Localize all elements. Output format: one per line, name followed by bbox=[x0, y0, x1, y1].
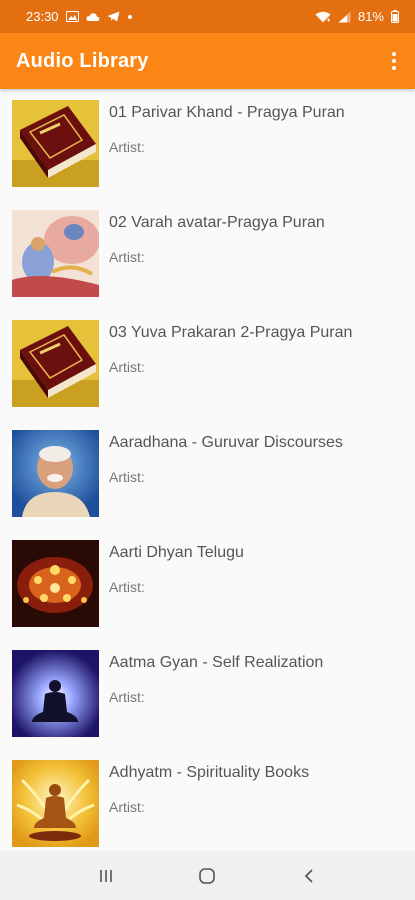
guru-portrait-image bbox=[12, 430, 99, 517]
item-artist: Artist: bbox=[109, 469, 145, 485]
item-artist: Artist: bbox=[109, 139, 145, 155]
app-title: Audio Library bbox=[16, 49, 149, 72]
diya-lamps-image bbox=[12, 540, 99, 627]
status-bar: 23:30 81% bbox=[0, 0, 415, 33]
audio-list: 01 Parivar Khand - Pragya Puran Artist: … bbox=[0, 89, 415, 851]
item-title: 01 Parivar Khand - Pragya Puran bbox=[109, 104, 345, 121]
item-title: Aaradhana - Guruvar Discourses bbox=[109, 434, 343, 451]
status-time: 23:30 bbox=[26, 9, 59, 24]
dot-icon bbox=[127, 14, 133, 20]
home-icon[interactable] bbox=[187, 856, 227, 896]
battery-level: 81% bbox=[357, 9, 384, 24]
list-item[interactable]: Adhyatm - Spirituality Books Artist: bbox=[0, 749, 415, 851]
list-item[interactable]: Aarti Dhyan Telugu Artist: bbox=[0, 529, 415, 639]
item-title: 03 Yuva Prakaran 2-Pragya Puran bbox=[109, 324, 353, 341]
recents-icon[interactable] bbox=[86, 856, 126, 896]
cloud-icon bbox=[85, 12, 100, 22]
item-artist: Artist: bbox=[109, 579, 145, 595]
telegram-icon bbox=[107, 11, 120, 22]
system-nav-bar bbox=[0, 851, 415, 900]
list-item[interactable]: 02 Varah avatar-Pragya Puran Artist: bbox=[0, 199, 415, 309]
app-bar: Audio Library bbox=[0, 33, 415, 89]
book-image bbox=[12, 100, 99, 187]
wifi-icon bbox=[315, 11, 331, 23]
meditation-silhouette-image bbox=[12, 650, 99, 737]
item-title: Aatma Gyan - Self Realization bbox=[109, 654, 324, 671]
status-right: 81% bbox=[315, 9, 399, 24]
item-artist: Artist: bbox=[109, 689, 145, 705]
list-item[interactable]: 01 Parivar Khand - Pragya Puran Artist: bbox=[0, 89, 415, 199]
item-artist: Artist: bbox=[109, 359, 145, 375]
item-artist: Artist: bbox=[109, 249, 145, 265]
overflow-menu-icon[interactable] bbox=[383, 41, 405, 81]
back-icon[interactable] bbox=[289, 856, 329, 896]
list-item[interactable]: Aaradhana - Guruvar Discourses Artist: bbox=[0, 419, 415, 529]
book-image bbox=[12, 320, 99, 407]
signal-icon bbox=[338, 11, 351, 23]
battery-icon bbox=[391, 10, 399, 23]
item-artist: Artist: bbox=[109, 799, 145, 815]
status-left: 23:30 bbox=[26, 9, 133, 24]
image-icon bbox=[65, 11, 79, 22]
item-title: Adhyatm - Spirituality Books bbox=[109, 764, 310, 781]
list-item[interactable]: Aatma Gyan - Self Realization Artist: bbox=[0, 639, 415, 749]
deity-painting-image bbox=[12, 210, 99, 297]
list-item[interactable]: 03 Yuva Prakaran 2-Pragya Puran Artist: bbox=[0, 309, 415, 419]
meditation-glow-image bbox=[12, 760, 99, 847]
item-title: Aarti Dhyan Telugu bbox=[109, 544, 244, 561]
item-title: 02 Varah avatar-Pragya Puran bbox=[109, 214, 325, 231]
